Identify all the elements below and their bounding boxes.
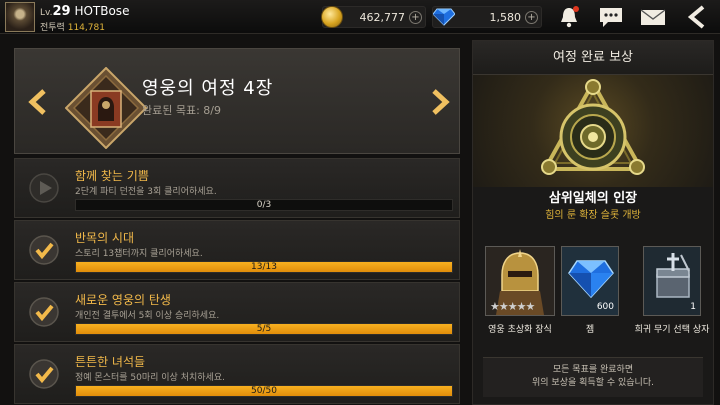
chapter-progress: 완료된 목표: 8/9 bbox=[142, 104, 222, 117]
gold-amount: 462,777 bbox=[359, 11, 406, 24]
chapter-title: 영웅의 여정 4장 bbox=[142, 78, 274, 99]
quest-title: 튼튼한 녀석들 bbox=[75, 355, 146, 369]
quest-progress-text: 50/50 bbox=[251, 386, 277, 396]
quest-description: 스토리 13챕터까지 클리어하세요. bbox=[75, 249, 203, 259]
level-prefix: Lv. bbox=[40, 8, 53, 18]
reward-panel: 여정 완료 보상 삼위일체의 인장 힘의 룬 확장 슬롯 개방 ★★★★★ 영웅 bbox=[472, 40, 714, 405]
quest-progress-bar: 5/5 bbox=[75, 323, 453, 335]
add-gold-button[interactable]: + bbox=[409, 11, 422, 24]
add-gem-button[interactable]: + bbox=[525, 11, 538, 24]
reward-item-frame: 1 bbox=[643, 246, 701, 316]
quest-description: 개인전 결투에서 5회 이상 승리하세요. bbox=[75, 311, 220, 321]
quest-progress-text: 13/13 bbox=[251, 262, 277, 272]
gem-amount: 1,580 bbox=[489, 11, 522, 24]
gem-icon bbox=[568, 260, 614, 299]
checkmark-icon bbox=[29, 235, 59, 265]
quest-title: 함께 찾는 기쁨 bbox=[75, 169, 149, 183]
quest-progress-text: 0/3 bbox=[256, 200, 272, 210]
reward-footer-note: 모든 목표를 완료하면 위의 보상을 획득할 수 있습니다. bbox=[483, 357, 703, 397]
main-reward-description: 힘의 룬 확장 슬롯 개방 bbox=[545, 210, 641, 221]
next-chapter-arrow-icon[interactable] bbox=[428, 88, 454, 116]
combat-power: 전투력 114,781 bbox=[40, 20, 105, 33]
reward-item-label: 젬 bbox=[585, 325, 595, 335]
player-name: HOTBose bbox=[74, 4, 130, 18]
checkmark-icon bbox=[29, 297, 59, 327]
quest-item[interactable]: 함께 찾는 기쁨 2단계 파티 던전을 3회 클리어하세요. 0/3 bbox=[14, 158, 460, 218]
main-reward-name: 삼위일체의 인장 bbox=[548, 191, 638, 206]
quest-item[interactable]: 반목의 시대 스토리 13챕터까지 클리어하세요. 13/13 bbox=[14, 220, 460, 280]
quest-progress-bar: 13/13 bbox=[75, 261, 453, 273]
checkmark-icon bbox=[29, 359, 59, 389]
quest-description: 2단계 파티 던전을 3회 클리어하세요. bbox=[75, 187, 217, 197]
quest-progress-bar: 0/3 bbox=[75, 199, 453, 211]
gem-icon bbox=[433, 8, 455, 26]
top-bar: Lv.29 HOTBose 전투력 114,781 462,777 + 1,58… bbox=[0, 0, 720, 34]
combat-power-value: 114,781 bbox=[67, 23, 105, 33]
player-avatar[interactable] bbox=[5, 2, 35, 32]
mail-icon[interactable] bbox=[640, 5, 666, 29]
combat-power-label: 전투력 bbox=[40, 23, 65, 33]
quest-progress-bar: 50/50 bbox=[75, 385, 453, 397]
chat-icon[interactable] bbox=[598, 5, 624, 29]
reward-item-quantity: 1 bbox=[690, 302, 696, 312]
chapter-emblem-icon bbox=[65, 67, 147, 149]
gold-coin-icon bbox=[321, 6, 343, 28]
reward-footer-line2: 위의 보상을 획득할 수 있습니다. bbox=[532, 378, 654, 388]
play-icon[interactable] bbox=[29, 173, 59, 203]
quest-description: 정예 몬스터를 50마리 이상 처치하세요. bbox=[75, 373, 225, 383]
quest-progress-text: 5/5 bbox=[256, 324, 272, 334]
quest-item[interactable]: 새로운 영웅의 탄생 개인전 결투에서 5회 이상 승리하세요. 5/5 bbox=[14, 282, 460, 342]
player-level-name: Lv.29 HOTBose bbox=[40, 4, 129, 19]
reward-item-frame: 600 bbox=[561, 246, 619, 316]
trinity-seal-icon[interactable] bbox=[541, 79, 645, 183]
seal-showcase bbox=[473, 75, 713, 187]
reward-item-quantity: 600 bbox=[596, 302, 614, 312]
chapter-panel: 영웅의 여정 4장 완료된 목표: 8/9 함께 찾는 기쁨 2단계 파티 던전… bbox=[0, 40, 462, 405]
player-level: 29 bbox=[52, 4, 71, 19]
quest-item[interactable]: 튼튼한 녀석들 정예 몬스터를 50마리 이상 처치하세요. 50/50 bbox=[14, 344, 460, 404]
gold-currency: 462,777 + bbox=[321, 6, 426, 28]
five-star-rating-icon: ★★★★★ bbox=[490, 300, 535, 313]
gem-currency: 1,580 + bbox=[432, 6, 542, 28]
prev-chapter-arrow-icon[interactable] bbox=[24, 88, 50, 116]
reward-item-label: 희귀 무기 선택 상자 bbox=[634, 325, 710, 335]
chapter-header bbox=[14, 48, 460, 154]
quest-title: 반목의 시대 bbox=[75, 231, 135, 245]
bell-icon[interactable] bbox=[556, 5, 582, 29]
reward-footer-line1: 모든 목표를 완료하면 bbox=[552, 365, 634, 375]
back-arrow-icon[interactable] bbox=[684, 5, 710, 29]
weapon-box-icon bbox=[656, 253, 690, 298]
reward-header: 여정 완료 보상 bbox=[473, 41, 713, 75]
quest-title: 새로운 영웅의 탄생 bbox=[75, 293, 171, 307]
reward-item-frame: ★★★★★ bbox=[485, 246, 555, 316]
